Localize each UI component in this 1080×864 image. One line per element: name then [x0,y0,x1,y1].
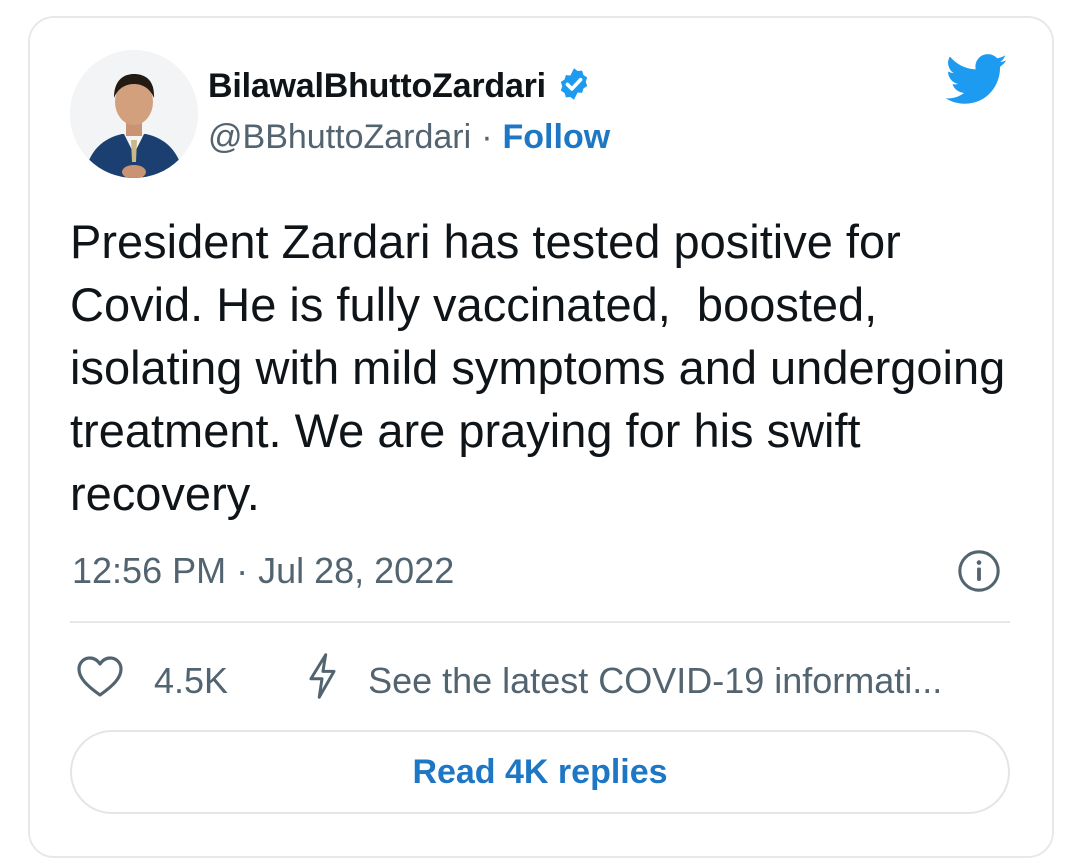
author-handle[interactable]: @BBhuttoZardari [208,118,471,157]
read-replies-button[interactable]: Read 4K replies [70,730,1010,814]
like-count[interactable]: 4.5K [154,660,228,702]
info-icon[interactable] [956,548,1002,599]
read-replies-label: Read 4K replies [412,752,668,791]
verified-badge-icon [556,66,592,107]
tweet-text: President Zardari has tested positive fo… [70,215,1019,520]
tweet-timestamp[interactable]: 12:56 PM · Jul 28, 2022 [72,550,454,592]
author-display-name[interactable]: BilawalBhuttoZardari [208,67,546,106]
handle-separator: · [481,118,493,156]
divider [70,621,1010,623]
tweet-actions: 4.5K See the latest COVID-19 informati..… [76,652,942,709]
follow-button[interactable]: Follow [503,118,611,157]
twitter-bird-icon[interactable] [945,54,1008,111]
covid-info-link[interactable]: See the latest COVID-19 informati... [368,660,942,702]
avatar[interactable] [70,50,198,178]
heart-icon[interactable] [76,654,124,707]
lightning-bolt-icon[interactable] [304,652,340,709]
